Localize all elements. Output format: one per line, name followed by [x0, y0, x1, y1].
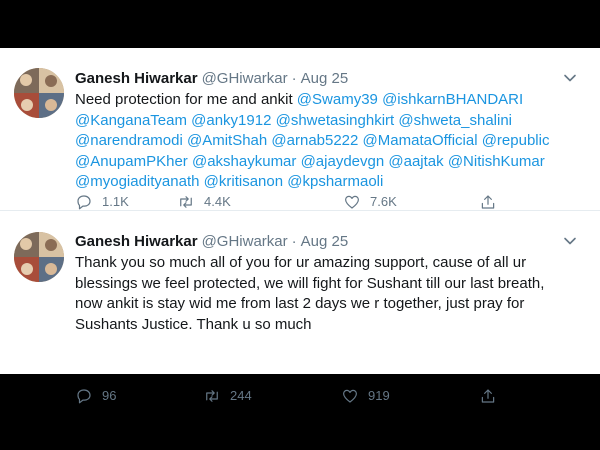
tweet-actions: 96 244 919 [75, 386, 505, 406]
retweet-button[interactable]: 244 [203, 386, 252, 406]
share-icon [481, 195, 495, 209]
mention-link[interactable]: @shweta_shalini [398, 112, 512, 129]
retweet-icon [180, 196, 192, 208]
mention-link[interactable]: @republic [482, 132, 550, 149]
mention-link[interactable]: @akshaykumar [192, 153, 296, 170]
author-name[interactable]: Ganesh Hiwarkar [75, 70, 198, 87]
tweet-header: Ganesh Hiwarkar @GHiwarkar · Aug 25 [75, 69, 348, 89]
chevron-down-icon[interactable] [562, 70, 578, 86]
reply-icon [77, 389, 91, 404]
tweet-date[interactable]: Aug 25 [301, 233, 349, 250]
mention-link[interactable]: @ajaydevgn [301, 153, 385, 170]
mention-link[interactable]: @kritisanon [204, 173, 283, 190]
mention-link[interactable]: @MamataOfficial [363, 132, 478, 149]
avatar[interactable] [14, 68, 64, 118]
tweet-text: Thank you so much all of you for ur amaz… [75, 254, 545, 333]
separator-dot: · [291, 70, 297, 87]
chevron-down-icon[interactable] [562, 233, 578, 249]
author-handle[interactable]: @GHiwarkar [202, 233, 288, 250]
share-button[interactable] [479, 192, 497, 212]
reply-button[interactable]: 1.1K [75, 192, 129, 212]
mention-link[interactable]: @Swamy39 [297, 91, 378, 108]
mention-link[interactable]: @AnupamPKher [75, 153, 188, 170]
heart-icon [343, 389, 357, 403]
tweet-timeline: Ganesh Hiwarkar @GHiwarkar · Aug 25 Need pr… [0, 48, 600, 404]
tweet-date[interactable]: Aug 25 [301, 70, 349, 87]
like-count: 7.6K [370, 194, 397, 209]
reply-count: 96 [102, 388, 117, 403]
mention-link[interactable]: @arnab5222 [271, 132, 358, 149]
reply-button[interactable]: 96 [75, 386, 116, 406]
reply-count: 1.1K [102, 194, 129, 209]
share-icon [481, 389, 495, 403]
like-button[interactable]: 7.6K [343, 192, 397, 212]
mention-link[interactable]: @shwetasinghkirt [276, 112, 395, 129]
like-count: 919 [368, 388, 390, 403]
avatar[interactable] [14, 232, 64, 282]
retweet-count: 244 [230, 388, 252, 403]
tweet-header: Ganesh Hiwarkar @GHiwarkar · Aug 25 [75, 232, 348, 252]
retweet-button[interactable]: 4.4K [177, 192, 231, 212]
tweet[interactable]: Ganesh Hiwarkar @GHiwarkar · Aug 25 Thank y… [0, 211, 600, 404]
tweet-actions: 1.1K 4.4K 7.6K [75, 192, 505, 212]
mention-link[interactable]: @KanganaTeam [75, 112, 187, 129]
mention-link[interactable]: @anky1912 [191, 112, 271, 129]
separator-dot: · [291, 233, 297, 250]
mention-link[interactable]: @aajtak [388, 153, 443, 170]
tweet-text-intro: Need protection for me and ankit [75, 91, 297, 108]
retweet-count: 4.4K [204, 194, 231, 209]
tweet-text: Need protection for me and ankit @Swamy3… [75, 90, 575, 193]
author-handle[interactable]: @GHiwarkar [202, 70, 288, 87]
heart-icon [345, 195, 359, 209]
mention-link[interactable]: @narendramodi [75, 132, 183, 149]
mention-link[interactable]: @AmitShah [187, 132, 267, 149]
mention-link[interactable]: @ishkarnBHANDARI [382, 91, 523, 108]
mention-link[interactable]: @NitishKumar [448, 153, 545, 170]
mention-link[interactable]: @kpsharmaoli [287, 173, 383, 190]
retweet-icon [206, 390, 218, 402]
reply-icon [77, 195, 91, 210]
like-button[interactable]: 919 [341, 386, 390, 406]
share-button[interactable] [479, 386, 497, 406]
mention-link[interactable]: @myogiadityanath [75, 173, 199, 190]
tweet[interactable]: Ganesh Hiwarkar @GHiwarkar · Aug 25 Need pr… [0, 48, 600, 211]
author-name[interactable]: Ganesh Hiwarkar [75, 233, 198, 250]
